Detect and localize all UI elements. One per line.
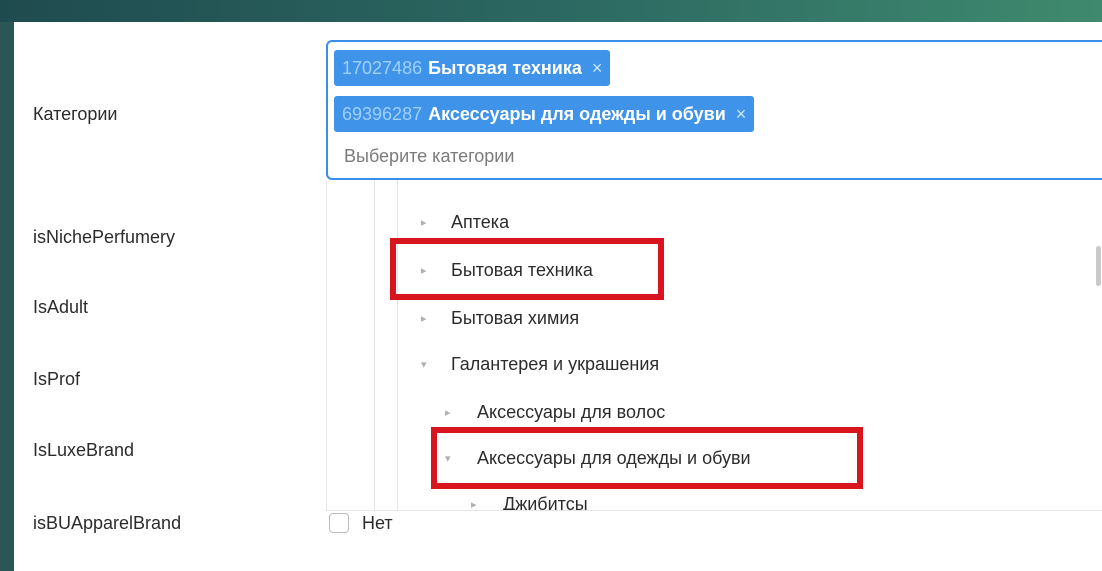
tree-item-apteka[interactable]: Аптека [451,212,509,233]
field-label-is-prof: IsProf [33,369,81,389]
tree-item-hair-accessories[interactable]: Аксессуары для волос [477,402,665,423]
dropdown-scrollbar[interactable] [1096,246,1101,286]
bu-apparel-brand-checkbox[interactable] [329,513,349,533]
caret-down-icon[interactable]: ▾ [421,358,427,371]
field-label-bu-apparel-brand: isBUApparelBrand [33,513,182,533]
tree-guide-line [397,180,398,510]
highlight-frame [390,238,664,300]
checkbox-label: Нет [362,513,393,533]
field-label-niche-perfumery: isNichePerfumery [33,227,176,247]
remove-tag-icon[interactable]: × [592,58,603,79]
caret-right-icon[interactable]: ▸ [445,406,451,419]
tree-item-jibbitz[interactable]: Джибитсы [503,494,588,510]
tree-item-haberdashery[interactable]: Галантерея и украшения [451,354,659,375]
tag-id: 69396287 [342,103,423,124]
caret-right-icon[interactable]: ▸ [421,312,427,325]
caret-right-icon[interactable]: ▸ [471,498,477,510]
category-tag: 17027486 Бытовая техника × [334,50,611,86]
highlight-frame [431,427,863,489]
tag-name: Аксессуары для одежды и обуви [428,103,726,124]
window-top-band [0,0,1102,22]
categories-select[interactable]: 17027486 Бытовая техника × 69396287 Аксе… [326,40,1102,180]
field-label-is-luxe-brand: IsLuxeBrand [33,440,135,460]
field-label-categories: Категории [33,104,118,124]
tag-name: Бытовая техника [428,57,582,78]
tree-item-household-chemicals[interactable]: Бытовая химия [451,308,579,329]
caret-right-icon[interactable]: ▸ [421,216,427,229]
tree-guide-line [374,180,375,510]
category-tag: 69396287 Аксессуары для одежды и обуви × [334,96,755,132]
categories-search-input[interactable]: Выберите категории [344,146,514,167]
field-label-is-adult: IsAdult [33,297,89,317]
remove-tag-icon[interactable]: × [736,104,747,125]
tag-id: 17027486 [342,57,423,78]
